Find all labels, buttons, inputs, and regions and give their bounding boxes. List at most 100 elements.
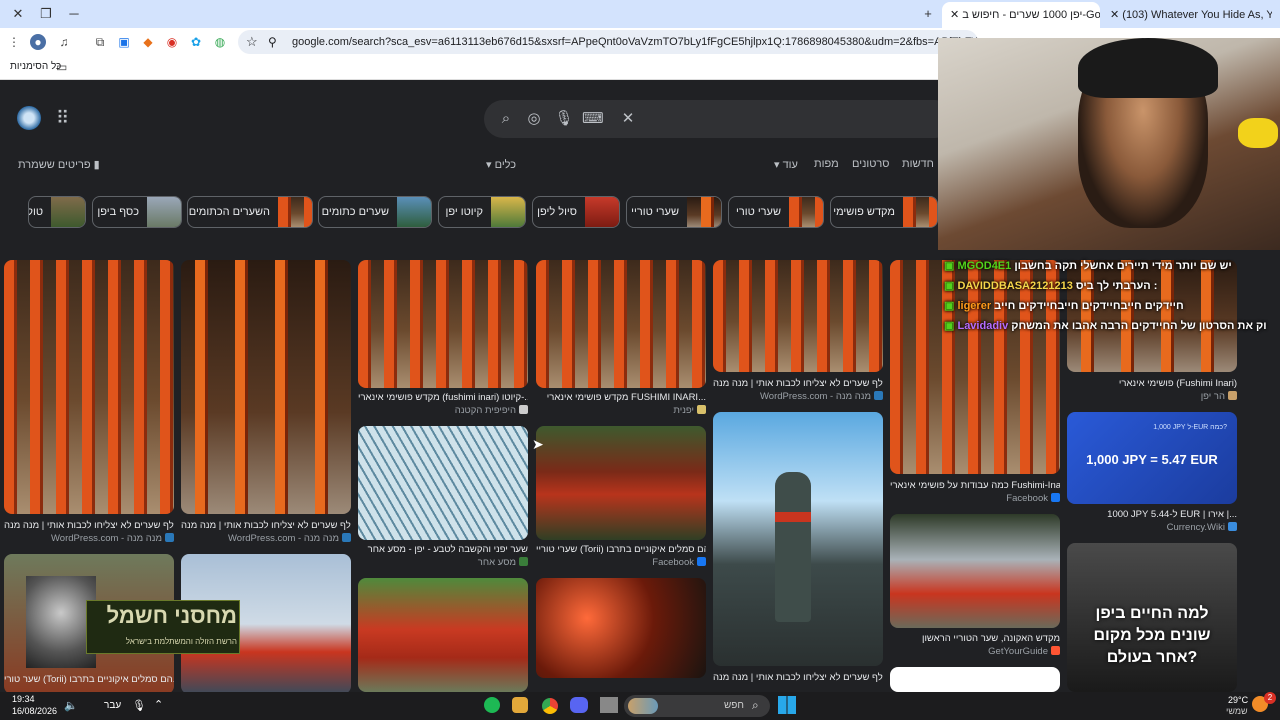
nav-more[interactable]: ▾ עוד: [774, 158, 798, 171]
spotify-icon[interactable]: [484, 697, 500, 713]
input-language[interactable]: עבר: [104, 700, 121, 711]
all-bookmarks-link[interactable]: כל הסימניות: [10, 61, 61, 72]
restore-window-icon[interactable]: ❐: [36, 4, 56, 24]
search-highlight-image: [628, 698, 658, 714]
tray-expand-icon[interactable]: ⌃: [154, 698, 163, 711]
account-avatar[interactable]: [17, 106, 41, 130]
chat-message: ▣ MGOD4E1 יש שם יותר מידי תיירים אחשלי ת…: [944, 260, 1232, 272]
close-tab-icon[interactable]: ✕: [1110, 9, 1122, 21]
site-favicon: [697, 405, 706, 414]
bookmark-star-icon[interactable]: ☆: [246, 30, 258, 54]
menu-dots-icon[interactable]: ⋮: [6, 34, 22, 50]
clear-search-icon[interactable]: ✕: [618, 109, 638, 129]
close-window-icon[interactable]: ✕: [8, 4, 28, 24]
chrome-icon[interactable]: [540, 696, 560, 716]
result-caption[interactable]: מקדש פושימי אינארי FUSHIMI INARI...: [536, 392, 706, 403]
result-caption[interactable]: אלף שערים לא יצליחו לכבות אותי | מנה מנה: [4, 520, 174, 531]
notification-badge[interactable]: 2: [1264, 692, 1276, 704]
result-caption[interactable]: כמה עבודות על פושימי אינארי Fushimi-Inar…: [890, 480, 1060, 491]
profile-avatar[interactable]: ●: [30, 34, 46, 50]
result-image[interactable]: [713, 412, 883, 666]
saved-items-link[interactable]: פריטים ששמרת ▮: [18, 158, 100, 171]
extension-icon[interactable]: ✿: [188, 34, 204, 50]
result-image[interactable]: [536, 426, 706, 540]
result-image[interactable]: [536, 260, 706, 388]
result-caption[interactable]: אלף שערים לא יצליחו לכבות אותי | מנה מנה: [713, 672, 883, 683]
result-image[interactable]: [358, 426, 528, 540]
apps-grid-icon[interactable]: ⠿: [56, 108, 69, 129]
result-source[interactable]: Currency.Wiki: [1067, 522, 1237, 533]
result-source[interactable]: היפיפית הקטנה: [358, 405, 528, 416]
microphone-icon[interactable]: 🎙: [132, 699, 146, 712]
extensions-icon[interactable]: ⧉: [92, 34, 108, 50]
result-source[interactable]: WordPress.com - מנה מנה: [181, 533, 351, 544]
search-box[interactable]: ⌕ ◎ 🎙 ⌨ ✕: [484, 100, 954, 138]
microphone-icon[interactable]: 🎙: [554, 109, 574, 129]
result-caption[interactable]: אלף שערים לא יצליחו לכבות אותי | מנה מנה: [181, 520, 351, 531]
result-caption[interactable]: מקדש האקונה, שער הטוריי הראשון: [890, 633, 1060, 644]
result-caption[interactable]: אלף שערים לא יצליחו לכבות אותי | מנה מנה: [713, 378, 883, 389]
chip-fushimi[interactable]: מקדש פושימי: [830, 196, 938, 228]
chip-money-japan[interactable]: כסף ביפן: [92, 196, 182, 228]
result-caption[interactable]: שער טורי (Torii) הם סמלים איקוניים בתרבו…: [4, 674, 174, 685]
chip-orange-gates[interactable]: שערים כתומים: [318, 196, 432, 228]
chip-torii[interactable]: שערי טוריי: [626, 196, 722, 228]
extension-icon[interactable]: ◆: [140, 34, 156, 50]
clock-time[interactable]: 19:34: [12, 694, 35, 704]
result-image[interactable]: [358, 260, 528, 388]
lens-camera-icon[interactable]: ◎: [524, 109, 544, 129]
extension-icon[interactable]: ◉: [164, 34, 180, 50]
extension-icon[interactable]: ▣: [116, 34, 132, 50]
chip-the-orange-gates[interactable]: השערים הכתומים: [187, 196, 313, 228]
address-bar[interactable]: ☆ ⚲ google.com/search?sca_esv=a6113113eb…: [238, 30, 978, 54]
discord-icon[interactable]: [570, 697, 588, 713]
result-caption[interactable]: 1000 JPY ל-5.44 EUR | אירו |...: [1067, 509, 1237, 520]
result-image[interactable]: [4, 260, 174, 514]
result-source[interactable]: GetYourGuide: [890, 646, 1060, 657]
media-control-icon[interactable]: ♫: [56, 34, 72, 50]
clock-date[interactable]: 16/08/2026: [12, 706, 57, 716]
tab-google-search[interactable]: ✕ יפן 1000 שערים - חיפוש ב-Google: [942, 2, 1100, 28]
taskbar-search[interactable]: חפש ⌕: [624, 695, 770, 717]
result-image[interactable]: [536, 578, 706, 678]
nav-maps[interactable]: מפות: [814, 158, 839, 170]
result-source[interactable]: Facebook: [890, 493, 1060, 504]
result-image[interactable]: [181, 260, 351, 514]
result-caption[interactable]: שער יפני והקשבה לטבע - יפן - מסע אחר: [358, 544, 528, 555]
tab-youtube[interactable]: ✕ (103) Whatever You Hide As, You: [1102, 2, 1272, 28]
result-caption[interactable]: פושימי אינארי (Fushimi Inari): [1067, 378, 1237, 389]
chip-trip-japan[interactable]: סיול ליפן: [532, 196, 620, 228]
new-tab-icon[interactable]: +: [918, 4, 938, 24]
result-source[interactable]: מסע אחר: [358, 557, 528, 568]
result-source[interactable]: יפנית: [536, 405, 706, 416]
extension-icon[interactable]: ◍: [212, 34, 228, 50]
result-image[interactable]: [358, 578, 528, 692]
result-source[interactable]: Facebook: [536, 557, 706, 568]
chip-tokyo[interactable]: טוקי: [28, 196, 86, 228]
site-info-icon[interactable]: ⚲: [268, 30, 277, 54]
result-caption[interactable]: שערי טוריי (Torii) הם סמלים איקוניים בתר…: [536, 544, 706, 555]
result-image[interactable]: [890, 514, 1060, 628]
chip-torii-gates[interactable]: שערי טורי: [728, 196, 824, 228]
result-source[interactable]: WordPress.com - מנה מנה: [4, 533, 174, 544]
result-image[interactable]: למה החיים ביפן שונים מכל מקום אחר בעולם?: [1067, 543, 1237, 692]
minimize-window-icon[interactable]: ─: [64, 4, 84, 24]
result-caption[interactable]: מקדש פושימי אינארי (fushimi inari) קיוטו…: [358, 392, 528, 403]
currency-card[interactable]: 1,000 JPY ל-EUR כמה? 1,000 JPY = 5.47 EU…: [1067, 412, 1237, 504]
nav-videos[interactable]: סרטונים: [852, 158, 890, 170]
keyboard-icon[interactable]: ⌨: [582, 109, 604, 129]
result-image[interactable]: [713, 260, 883, 372]
result-source[interactable]: הר יפן: [1067, 391, 1237, 402]
file-explorer-icon[interactable]: [600, 697, 618, 713]
search-icon[interactable]: ⌕: [496, 109, 516, 129]
start-windows-icon[interactable]: [778, 696, 796, 714]
nav-news[interactable]: חדשות: [902, 158, 934, 170]
chip-kyoto[interactable]: קיוטו יפן: [438, 196, 526, 228]
close-tab-icon[interactable]: ✕: [950, 9, 962, 21]
app-icon[interactable]: [512, 697, 528, 713]
weather-temp[interactable]: 29°C: [1228, 695, 1248, 705]
nav-tools[interactable]: ▾ כלים: [486, 158, 516, 171]
volume-icon[interactable]: 🔈: [64, 699, 78, 712]
result-source[interactable]: WordPress.com - מנה מנה: [713, 391, 883, 402]
result-image[interactable]: [890, 667, 1060, 692]
